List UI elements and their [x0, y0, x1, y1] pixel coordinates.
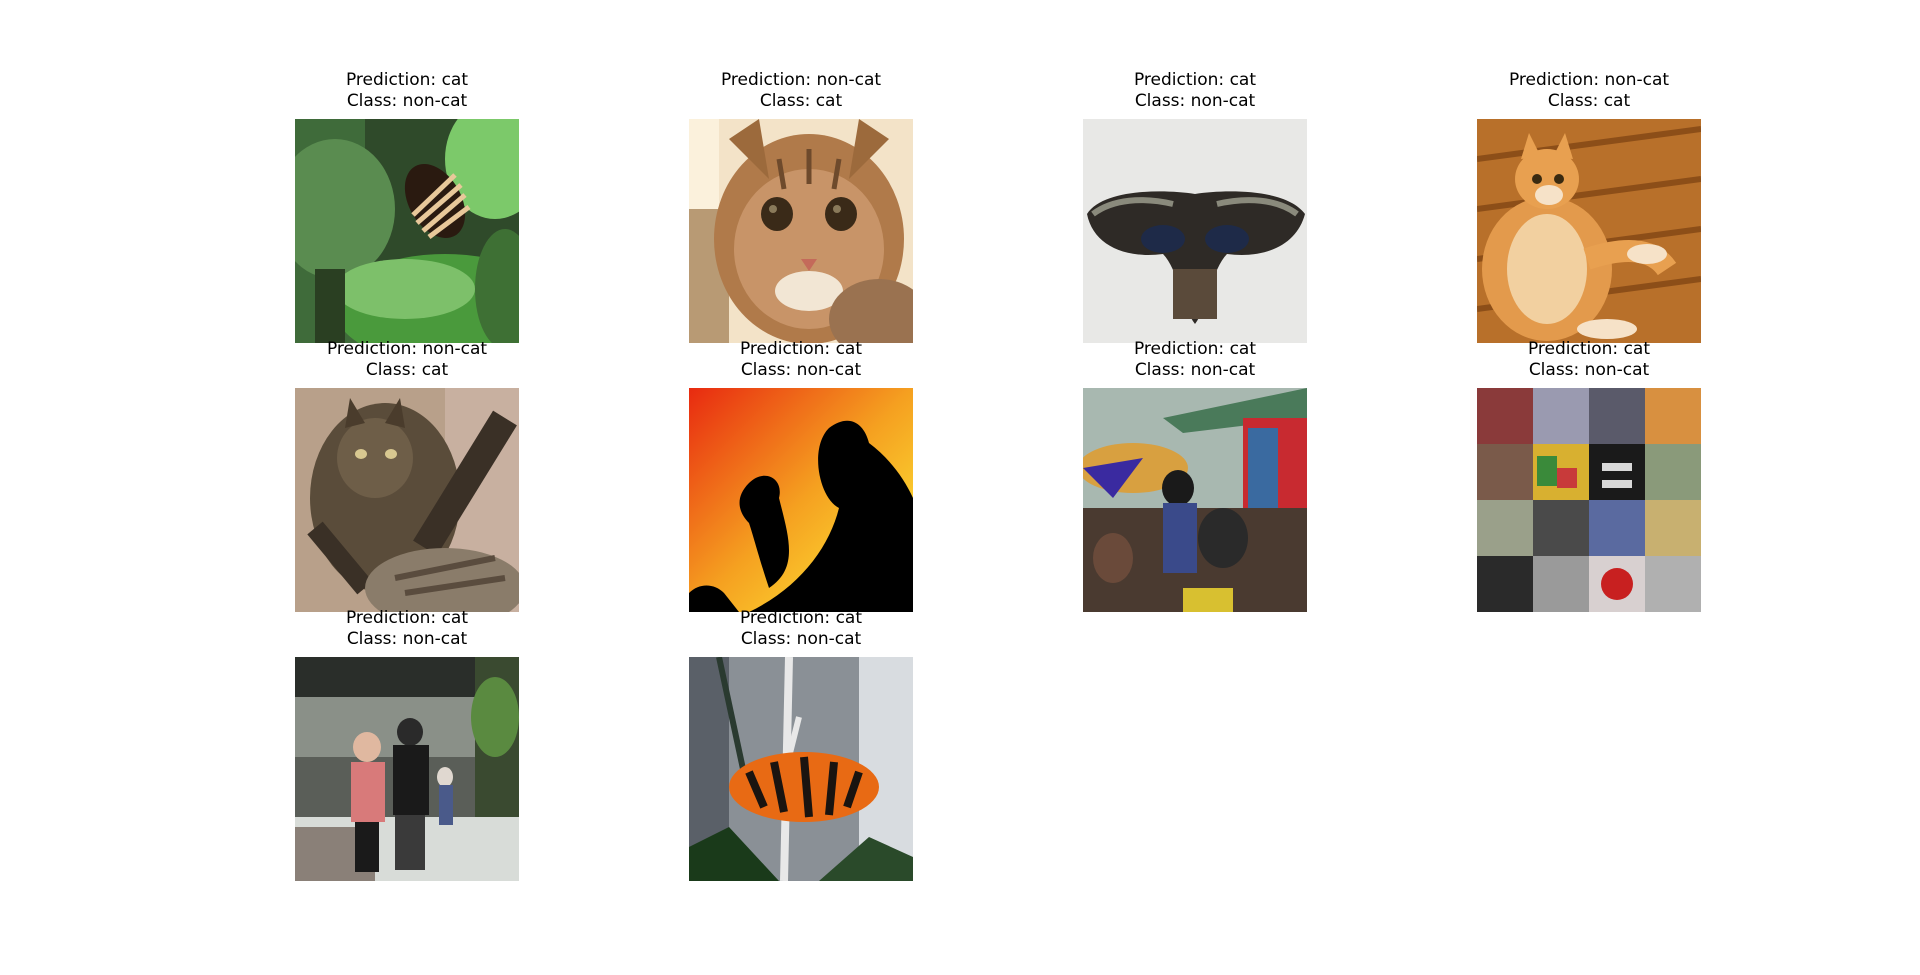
- class-label: Class: cat: [365, 360, 449, 380]
- figure: Prediction: cat Class: non-cat Predictio…: [0, 0, 1920, 975]
- bird-silhouettes-sunset-image: [689, 388, 913, 612]
- panel-title: Prediction: cat Class: non-cat: [235, 608, 579, 650]
- prediction-label: Prediction: cat: [345, 608, 468, 628]
- orange-butterfly-image: [689, 657, 913, 881]
- class-label: Class: non-cat: [346, 91, 468, 111]
- class-label: Class: non-cat: [1528, 360, 1650, 380]
- class-label: Class: non-cat: [346, 629, 468, 649]
- panel-title: Prediction: non-cat Class: cat: [629, 70, 973, 112]
- class-label: Class: cat: [1547, 91, 1631, 111]
- class-label: Class: non-cat: [1134, 91, 1256, 111]
- panel-title: Prediction: non-cat Class: cat: [1417, 70, 1761, 112]
- class-label: Class: non-cat: [1134, 360, 1256, 380]
- prediction-label: Prediction: cat: [739, 608, 862, 628]
- people-photographing-image: [295, 657, 519, 881]
- class-label: Class: cat: [759, 91, 843, 111]
- prediction-label: Prediction: non-cat: [326, 339, 488, 359]
- prediction-label: Prediction: non-cat: [1508, 70, 1670, 90]
- prediction-label: Prediction: cat: [345, 70, 468, 90]
- panel-title: Prediction: cat Class: non-cat: [1023, 70, 1367, 112]
- panel-title: Prediction: cat Class: non-cat: [235, 70, 579, 112]
- class-label: Class: non-cat: [740, 360, 862, 380]
- fluffy-cat-image: [295, 388, 519, 612]
- tabby-cat-face-image: [689, 119, 913, 343]
- prediction-label: Prediction: cat: [1133, 70, 1256, 90]
- class-label: Class: non-cat: [740, 629, 862, 649]
- panel-title: Prediction: cat Class: non-cat: [1417, 339, 1761, 381]
- orange-cat-on-floor-image: [1477, 119, 1701, 343]
- panel-title: Prediction: cat Class: non-cat: [629, 608, 973, 650]
- panel-title: Prediction: cat Class: non-cat: [1023, 339, 1367, 381]
- photo-collage-image: [1477, 388, 1701, 612]
- panel-title: Prediction: cat Class: non-cat: [629, 339, 973, 381]
- butterfly-on-leaves-image: [295, 119, 519, 343]
- prediction-label: Prediction: cat: [739, 339, 862, 359]
- market-street-scene-image: [1083, 388, 1307, 612]
- dark-butterfly-image: [1083, 119, 1307, 343]
- prediction-label: Prediction: cat: [1527, 339, 1650, 359]
- panel-title: Prediction: non-cat Class: cat: [235, 339, 579, 381]
- prediction-label: Prediction: cat: [1133, 339, 1256, 359]
- prediction-label: Prediction: non-cat: [720, 70, 882, 90]
